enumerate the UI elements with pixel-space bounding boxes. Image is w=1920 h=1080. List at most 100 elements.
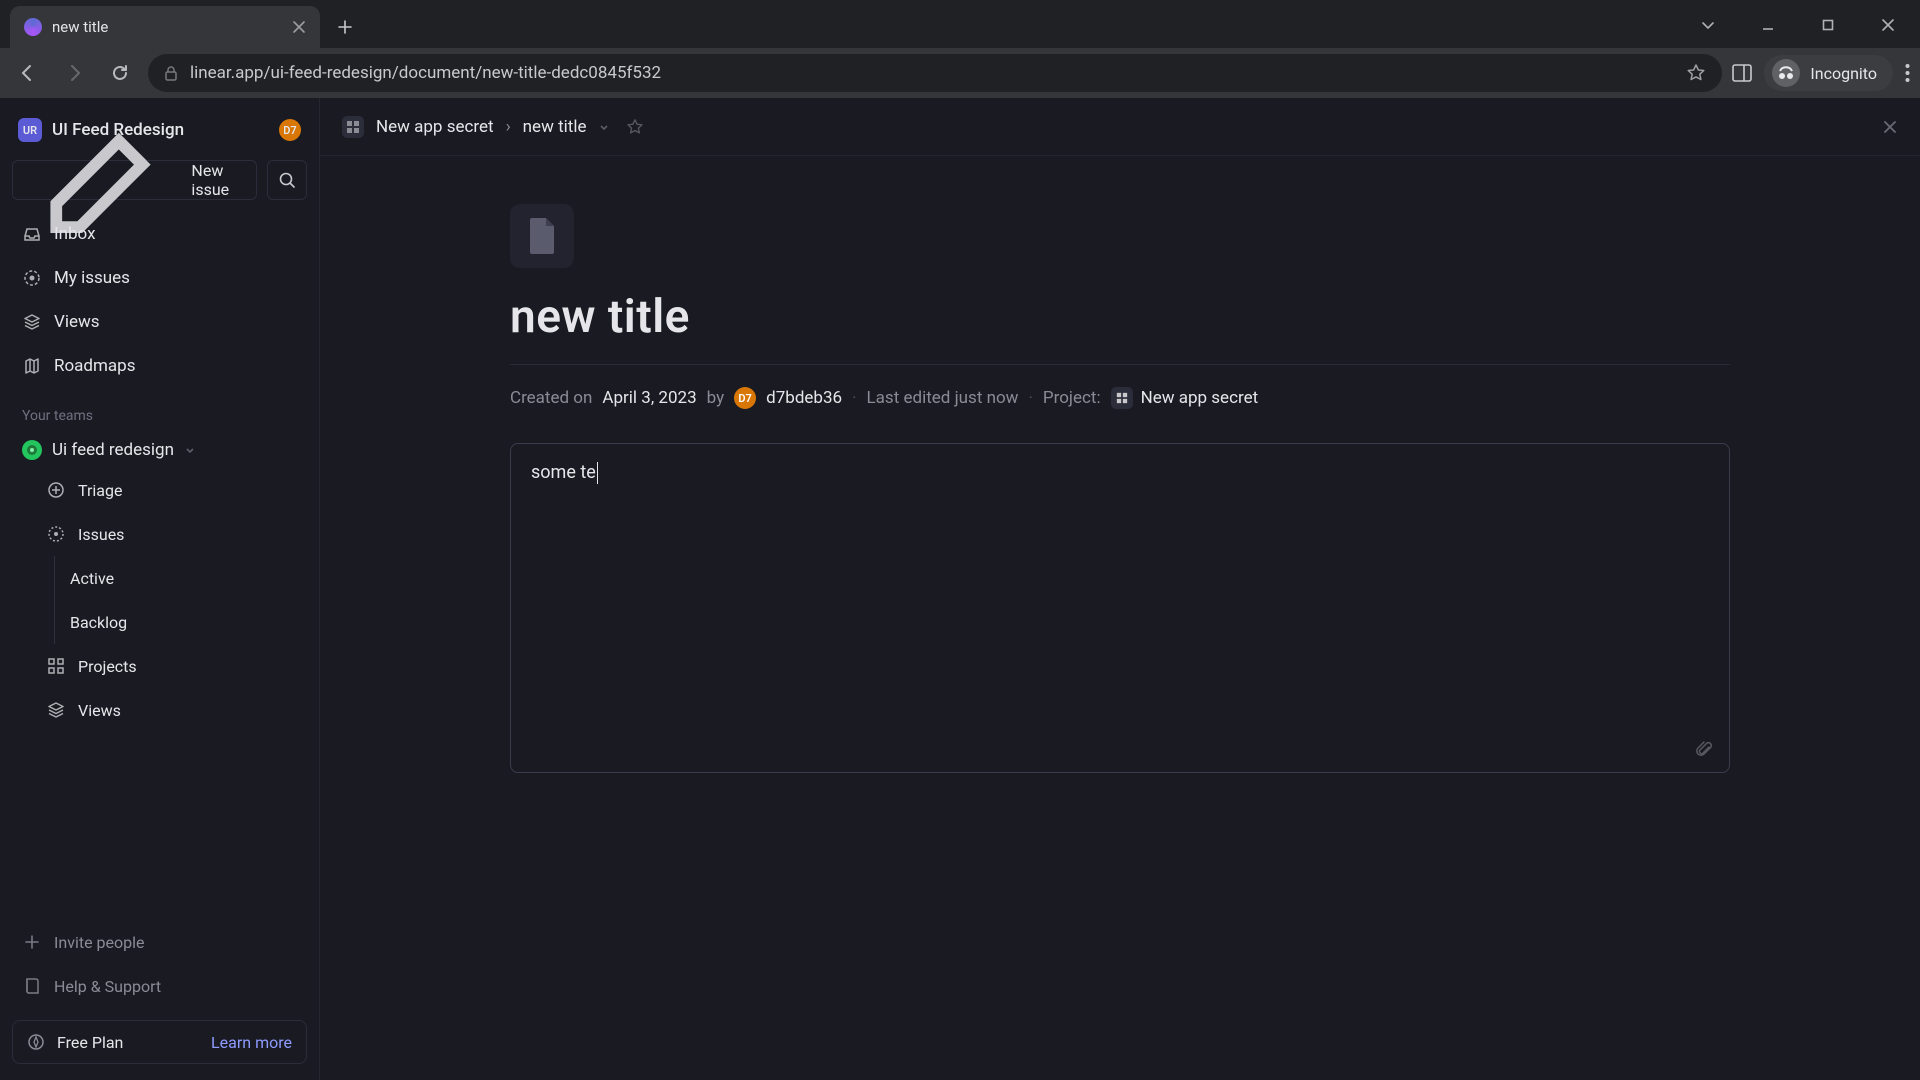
help-support-button[interactable]: Help & Support [12,966,307,1006]
map-icon [22,356,42,376]
triage-icon [46,480,66,500]
nav-reload-icon[interactable] [102,55,138,91]
book-icon [22,976,42,996]
divider [510,364,1730,365]
browser-tab[interactable]: new title [10,6,320,48]
sidebar-item-backlog[interactable]: Backlog [12,602,307,642]
incognito-indicator[interactable]: Incognito [1764,55,1893,91]
project-icon [342,116,364,138]
target-icon [22,268,42,288]
incognito-icon [1772,59,1800,87]
sidebar-item-label: Views [78,701,121,720]
sidebar-item-views[interactable]: Views [12,302,307,342]
browser-toolbar: linear.app/ui-feed-redesign/document/new… [0,48,1920,98]
new-issue-button[interactable]: New issue [12,160,257,200]
project-icon [1111,387,1133,409]
created-date: April 3, 2023 [602,388,696,408]
team-icon [22,440,42,460]
sidebar-item-issues[interactable]: Issues [12,514,307,554]
breadcrumb-project[interactable]: New app secret [376,117,494,137]
project-name: New app secret [1141,388,1259,408]
layers-icon [46,700,66,720]
window-maximize-icon[interactable] [1800,8,1856,42]
url-text: linear.app/ui-feed-redesign/document/new… [190,63,661,83]
project-link[interactable]: New app secret [1111,387,1259,409]
learn-more-link[interactable]: Learn more [211,1033,292,1052]
sidebar-item-label: Views [54,312,100,332]
close-document-icon[interactable] [1882,119,1898,135]
nav-forward-icon[interactable] [56,55,92,91]
tab-search-icon[interactable] [1680,8,1736,42]
breadcrumb-bar: New app secret › new title [320,98,1920,156]
document-meta: Created on April 3, 2023 by D7 d7bdeb36 … [510,387,1730,409]
meta-separator: · [852,388,856,408]
meta-separator: · [1028,388,1032,408]
breadcrumb-document[interactable]: new title [523,117,587,137]
breadcrumb-separator: › [506,117,511,137]
sidebar-item-label: Active [70,569,114,588]
url-bar[interactable]: linear.app/ui-feed-redesign/document/new… [148,54,1722,92]
lock-icon [164,65,178,81]
favorite-star-icon[interactable] [626,118,644,136]
layers-icon [22,312,42,332]
editor-content: some te [531,462,596,483]
plan-label: Free Plan [57,1033,123,1052]
nav-back-icon[interactable] [10,55,46,91]
plus-icon [22,932,42,952]
side-panel-icon[interactable] [1732,64,1752,82]
window-close-icon[interactable] [1860,8,1916,42]
document-title[interactable]: new title [510,290,1730,344]
last-edited: Last edited just now [867,388,1019,408]
team-toggle[interactable]: Ui feed redesign [12,434,307,466]
author-avatar[interactable]: D7 [734,387,756,409]
issues-icon [46,524,66,544]
rocket-icon [27,1033,45,1051]
linear-favicon-icon [24,18,42,36]
sidebar-item-label: Inbox [54,224,96,244]
inbox-icon [22,224,42,244]
user-avatar[interactable]: D7 [279,119,301,141]
main-content: New app secret › new title new title Cre… [320,98,1920,1080]
document-emoji-picker[interactable] [510,204,574,268]
sidebar-item-inbox[interactable]: Inbox [12,214,307,254]
by-label: by [707,388,725,408]
project-label: Project: [1043,388,1101,408]
sidebar-item-label: Projects [78,657,137,676]
grid-icon [46,656,66,676]
browser-titlebar: new title [0,0,1920,48]
browser-menu-icon[interactable] [1905,63,1910,83]
text-cursor [597,462,598,484]
plan-indicator[interactable]: Free Plan Learn more [12,1020,307,1064]
attach-file-icon[interactable] [1695,740,1715,760]
created-prefix: Created on [510,388,592,408]
sidebar-item-triage[interactable]: Triage [12,470,307,510]
sidebar-item-label: Backlog [70,613,127,632]
sidebar-item-team-views[interactable]: Views [12,690,307,730]
teams-section-label: Your teams [12,390,307,430]
window-minimize-icon[interactable] [1740,8,1796,42]
sidebar-item-roadmaps[interactable]: Roadmaps [12,346,307,386]
sidebar: UR UI Feed Redesign D7 New issue Inbox M… [0,98,320,1080]
invite-label: Invite people [54,933,144,952]
team-name: Ui feed redesign [52,440,174,460]
sidebar-item-active[interactable]: Active [12,558,307,598]
document-editor[interactable]: some te [510,443,1730,773]
chevron-down-icon[interactable] [598,121,610,133]
tab-title: new title [52,18,108,36]
author-name[interactable]: d7bdeb36 [766,388,842,408]
new-issue-label: New issue [191,161,244,199]
page-icon [526,216,558,256]
sidebar-item-label: Triage [78,481,122,500]
invite-people-button[interactable]: Invite people [12,922,307,962]
bookmark-star-icon[interactable] [1686,63,1706,83]
sidebar-item-my-issues[interactable]: My issues [12,258,307,298]
tab-close-icon[interactable] [292,20,306,34]
chevron-down-icon [184,444,196,456]
search-icon [278,171,296,189]
incognito-label: Incognito [1810,64,1877,83]
new-tab-button[interactable] [328,10,362,44]
sidebar-item-projects[interactable]: Projects [12,646,307,686]
sidebar-item-label: Issues [78,525,124,544]
search-button[interactable] [267,160,307,200]
help-label: Help & Support [54,977,161,996]
